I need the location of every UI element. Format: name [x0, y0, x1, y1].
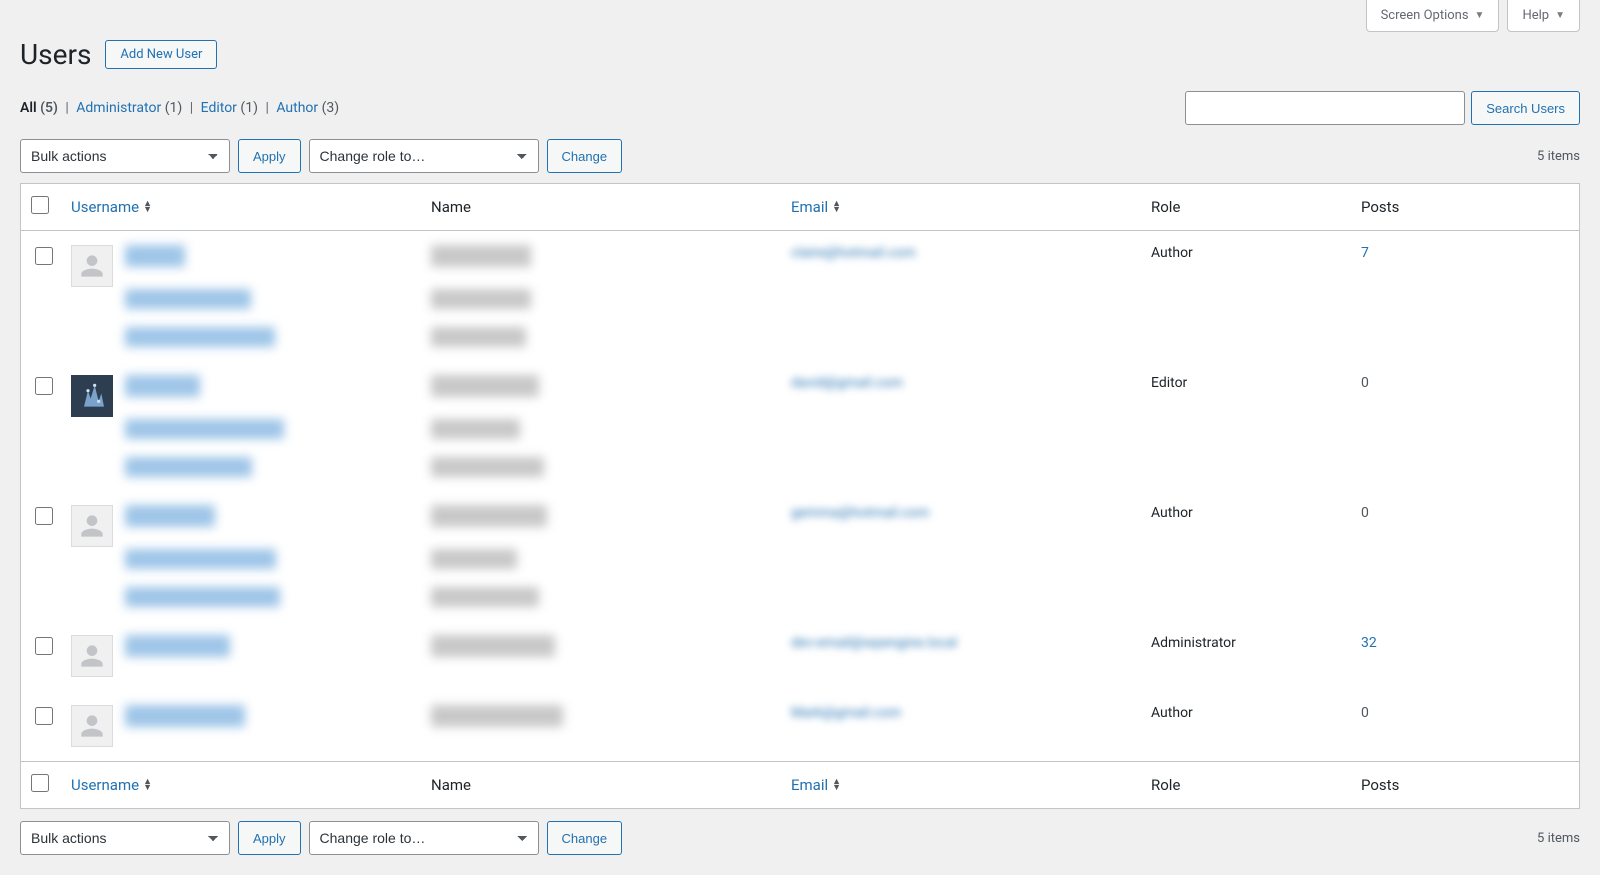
users-table: Username▲▼ Name Email▲▼ Role Posts clair… [20, 183, 1580, 809]
bulk-actions-select[interactable]: Bulk actions [20, 139, 230, 173]
user-role: Editor [1141, 361, 1351, 491]
sort-username-bottom[interactable]: Username▲▼ [71, 776, 152, 794]
screen-options-label: Screen Options [1381, 8, 1469, 23]
filter-all[interactable]: All (5) [20, 100, 61, 116]
avatar [71, 375, 113, 417]
table-row: david@gmail.com Editor0 [21, 361, 1579, 491]
user-name [431, 505, 547, 527]
help-label: Help [1522, 8, 1549, 23]
user-posts-count: 0 [1351, 691, 1579, 761]
user-name [431, 245, 531, 267]
chevron-down-icon: ▼ [1555, 10, 1565, 21]
user-name [431, 375, 539, 397]
user-name [431, 705, 563, 727]
user-role: Author [1141, 231, 1351, 361]
add-new-user-button[interactable]: Add New User [105, 40, 217, 69]
column-posts-bottom: Posts [1351, 761, 1579, 808]
page-title: Users [20, 38, 91, 71]
table-row: claire@hotmail.com Author 7 [21, 231, 1579, 361]
change-role-button-bottom[interactable]: Change [547, 821, 623, 855]
user-role: Administrator [1141, 621, 1351, 691]
user-search-input[interactable] [1185, 91, 1465, 125]
user-email-link[interactable]: david@gmail.com [791, 375, 903, 391]
user-name [431, 635, 555, 657]
username-link[interactable] [125, 375, 200, 397]
sort-email-bottom[interactable]: Email▲▼ [791, 776, 841, 794]
row-checkbox[interactable] [35, 377, 53, 395]
bulk-actions-select-bottom[interactable]: Bulk actions [20, 821, 230, 855]
row-checkbox[interactable] [35, 507, 53, 525]
sort-icon: ▲▼ [143, 779, 152, 791]
user-role: Author [1141, 691, 1351, 761]
table-row: dev-email@wpengine.local Administrator 32 [21, 621, 1579, 691]
sort-icon: ▲▼ [143, 201, 152, 213]
change-role-select-bottom[interactable]: Change role to… [309, 821, 539, 855]
avatar [71, 505, 113, 547]
avatar [71, 245, 113, 287]
apply-bulk-button[interactable]: Apply [238, 139, 301, 173]
items-count: 5 items [1537, 149, 1580, 164]
user-role: Author [1141, 491, 1351, 621]
filter-editor[interactable]: Editor (1) [201, 100, 262, 116]
column-name: Name [421, 184, 781, 231]
user-email-link[interactable]: Mark@gmail.com [791, 705, 901, 721]
row-checkbox[interactable] [35, 247, 53, 265]
sort-icon: ▲▼ [832, 201, 841, 213]
username-link[interactable] [125, 635, 230, 657]
filter-administrator[interactable]: Administrator (1) [76, 100, 185, 116]
sort-username[interactable]: Username▲▼ [71, 198, 152, 216]
username-link[interactable] [125, 705, 245, 727]
username-link[interactable] [125, 245, 185, 267]
column-posts: Posts [1351, 184, 1579, 231]
filter-author[interactable]: Author (3) [276, 100, 339, 116]
help-tab[interactable]: Help ▼ [1507, 0, 1580, 32]
avatar [71, 705, 113, 747]
user-posts-count: 0 [1351, 491, 1579, 621]
row-checkbox[interactable] [35, 707, 53, 725]
user-email-link[interactable]: gemma@hotmail.com [791, 505, 929, 521]
user-email-link[interactable]: claire@hotmail.com [791, 245, 916, 261]
screen-options-tab[interactable]: Screen Options ▼ [1366, 0, 1500, 32]
username-link[interactable] [125, 505, 215, 527]
change-role-button[interactable]: Change [547, 139, 623, 173]
user-posts-link[interactable]: 7 [1361, 245, 1369, 261]
select-all-checkbox[interactable] [31, 196, 49, 214]
sort-icon: ▲▼ [832, 779, 841, 791]
user-posts-link[interactable]: 32 [1361, 635, 1377, 651]
sort-email[interactable]: Email▲▼ [791, 198, 841, 216]
user-posts-count: 0 [1351, 361, 1579, 491]
items-count-bottom: 5 items [1537, 831, 1580, 846]
column-role: Role [1141, 184, 1351, 231]
table-row: gemma@hotmail.com Author0 [21, 491, 1579, 621]
select-all-checkbox-bottom[interactable] [31, 774, 49, 792]
avatar [71, 635, 113, 677]
user-view-filters: All (5) | Administrator (1) | Editor (1)… [20, 100, 339, 116]
row-checkbox[interactable] [35, 637, 53, 655]
change-role-select[interactable]: Change role to… [309, 139, 539, 173]
column-role-bottom: Role [1141, 761, 1351, 808]
search-users-button[interactable]: Search Users [1471, 91, 1580, 125]
column-name-bottom: Name [421, 761, 781, 808]
table-row: Mark@gmail.com Author0 [21, 691, 1579, 761]
chevron-down-icon: ▼ [1475, 10, 1485, 21]
apply-bulk-button-bottom[interactable]: Apply [238, 821, 301, 855]
user-email-link[interactable]: dev-email@wpengine.local [791, 635, 957, 651]
